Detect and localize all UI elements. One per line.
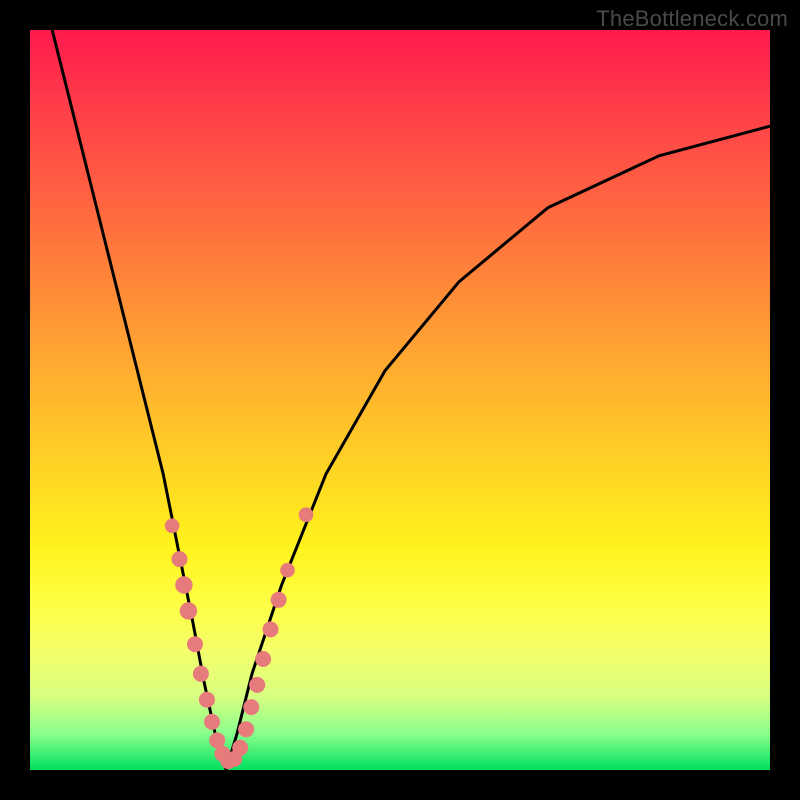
watermark-text: TheBottleneck.com: [596, 6, 788, 32]
chart-frame: TheBottleneck.com: [0, 0, 800, 800]
gradient-plot-area: [30, 30, 770, 770]
